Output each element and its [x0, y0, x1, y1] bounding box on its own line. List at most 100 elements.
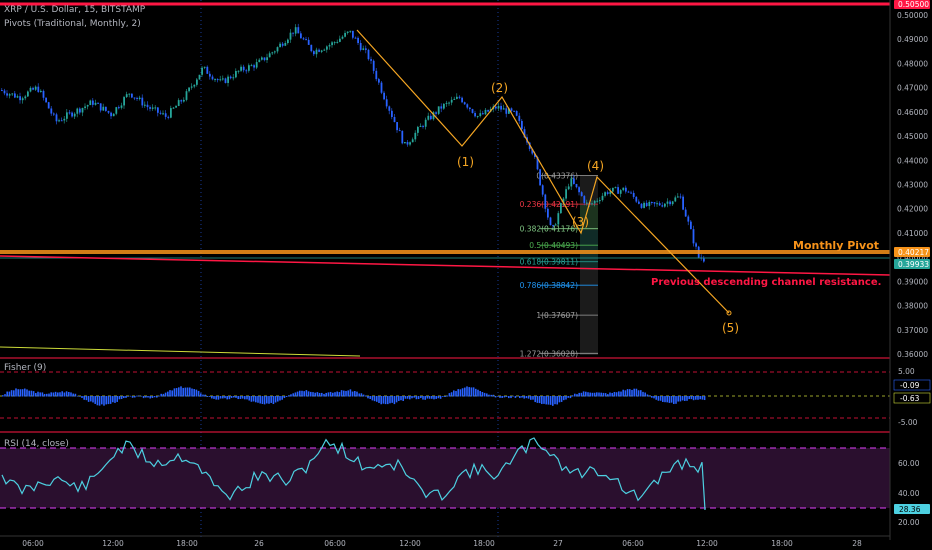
candle-body: [55, 114, 58, 122]
fisher-bar: [395, 396, 398, 403]
candle-body: [502, 108, 505, 110]
time-tick: 28: [852, 539, 862, 548]
candle-body: [92, 100, 94, 105]
candle-body: [118, 107, 120, 109]
candle-body: [294, 27, 297, 34]
candle-body: [125, 94, 128, 98]
candle-body: [643, 202, 645, 208]
candle-body: [651, 201, 653, 203]
fisher-bar: [310, 391, 312, 397]
fisher-bar: [347, 390, 349, 397]
candle-body: [505, 108, 508, 114]
candle-body: [593, 200, 596, 204]
candle-body: [463, 102, 466, 105]
fisher-bar: [657, 396, 660, 401]
candle-body: [216, 79, 219, 81]
fisher-bar: [549, 396, 552, 405]
candle-body: [188, 87, 190, 92]
price-tick: 0.48000: [897, 59, 928, 68]
candle-body: [29, 87, 32, 92]
monthly-pivot-line[interactable]: [0, 250, 890, 254]
fisher-bar: [354, 390, 356, 397]
candle-body: [34, 86, 37, 90]
fisher-bar: [541, 396, 543, 405]
candle-body: [172, 107, 175, 109]
fisher-bar: [255, 396, 257, 403]
fisher-bar: [153, 396, 156, 398]
fisher-bar: [46, 393, 48, 397]
candle-body: [500, 105, 502, 110]
candle-body: [437, 106, 440, 114]
fisher-bar: [514, 396, 517, 398]
fisher-bar: [21, 389, 24, 397]
fisher-bar: [589, 392, 591, 397]
rsi-pane[interactable]: RSI (14, close): [0, 437, 890, 511]
fisher-bar: [598, 392, 600, 397]
fisher-bar: [321, 392, 323, 397]
time-tick: 18:00: [473, 539, 495, 548]
candle-body: [14, 93, 16, 98]
price-tick: 0.38000: [897, 302, 928, 311]
fisher-label[interactable]: Fisher (9): [4, 363, 46, 373]
candle-body: [606, 192, 609, 195]
fisher-bar: [343, 390, 345, 397]
fisher-bar: [235, 396, 237, 398]
fisher-bar: [52, 392, 55, 397]
candle-body: [159, 112, 162, 114]
fisher-bar: [402, 396, 404, 401]
fisher-bar: [659, 396, 662, 401]
rsi-label[interactable]: RSI (14, close): [4, 439, 69, 449]
candle-body: [183, 99, 185, 102]
fisher-bar: [250, 396, 253, 402]
main-pane[interactable]: [0, 0, 890, 358]
candle-body: [138, 97, 141, 100]
candle-body: [253, 65, 255, 68]
candle-body: [112, 113, 115, 117]
time-tick: 12:00: [399, 539, 421, 548]
candle-body: [201, 67, 203, 75]
candle-body: [510, 108, 513, 111]
candle-body: [167, 116, 170, 118]
price-tick: 0.42000: [897, 205, 928, 214]
candle-body: [105, 106, 107, 111]
candle-body: [453, 98, 456, 100]
fisher-bar: [560, 396, 563, 402]
price-tick: 0.49000: [897, 35, 928, 44]
candle-body: [596, 200, 599, 202]
fisher-bar: [653, 396, 655, 399]
fisher-bar: [184, 387, 187, 397]
fisher-bar: [63, 392, 66, 397]
fisher-bar: [490, 394, 492, 397]
fisher-bar: [147, 396, 149, 398]
symbol-title[interactable]: XRP / U.S. Dollar, 15, BITSTAMP: [4, 5, 146, 15]
fisher-pane[interactable]: Fisher (9): [0, 363, 890, 419]
fisher-bar: [409, 396, 411, 400]
fisher-bar: [576, 394, 578, 397]
fisher-bar: [70, 392, 72, 397]
fisher-bar: [426, 396, 429, 399]
fisher-bar: [211, 396, 213, 399]
fisher-bar: [569, 396, 572, 399]
candle-body: [245, 70, 248, 72]
fisher-bar: [356, 391, 358, 397]
fisher-bar: [668, 396, 671, 403]
fisher-bar: [398, 396, 400, 401]
fisher-bar: [692, 396, 695, 401]
trading-chart[interactable]: 0(0.43376)0.236(0.42191)0.382(0.41176)0.…: [0, 0, 932, 550]
fisher-bar: [158, 395, 160, 397]
candle-body: [164, 113, 167, 117]
fisher-bar: [699, 396, 701, 400]
fisher-bar: [486, 393, 488, 397]
candle-body: [632, 192, 635, 197]
pivots-indicator-label[interactable]: Pivots (Traditional, Monthly, 2): [4, 19, 141, 29]
fisher-bar: [123, 396, 125, 399]
fisher-bar: [475, 388, 477, 397]
candle-body: [1, 90, 3, 92]
fisher-bar: [444, 396, 446, 397]
candle-body: [97, 102, 99, 104]
time-axis[interactable]: 06:00 12:00 18:00 26 06:00 12:00 18:00 27 06:00 1…: [22, 539, 862, 548]
fisher-bar: [171, 390, 173, 397]
fisher-bar: [633, 388, 635, 397]
fisher-bar: [453, 390, 455, 397]
price-tick: 0.43000: [897, 181, 928, 190]
